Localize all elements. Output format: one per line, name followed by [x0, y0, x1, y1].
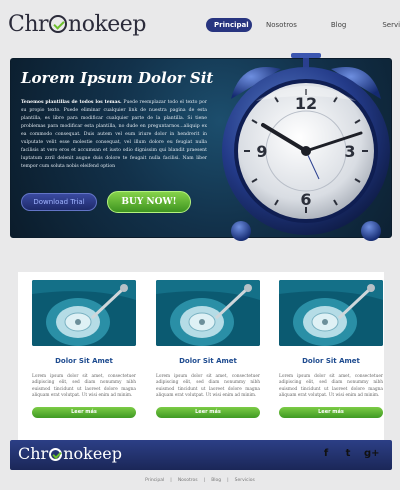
card-title: Dolor Sit Amet — [55, 357, 113, 365]
read-more-button[interactable]: Leer más — [32, 407, 136, 419]
nav-blog[interactable]: Blog — [323, 18, 354, 32]
hero-title: Lorem Ipsum Dolor Sit — [21, 69, 214, 87]
nav-nosotros[interactable]: Nosotros — [258, 18, 305, 32]
hero-description: Tenemos plantillas de todos los temas. P… — [21, 99, 207, 171]
footer-link-servicios[interactable]: Servicios — [235, 478, 255, 483]
clock-check-icon — [49, 15, 68, 33]
card-title: Dolor Sit Amet — [179, 357, 237, 365]
footer-logo[interactable]: Chr nokeep — [18, 444, 122, 463]
read-more-button[interactable]: Leer más — [156, 407, 260, 419]
google-plus-icon[interactable]: g+ — [364, 448, 380, 460]
footer-separator: | — [227, 478, 229, 483]
footer-links: Principal | Nosotros | Blog | Servicios — [0, 478, 400, 483]
footer-separator: | — [170, 478, 172, 483]
card-text: Lorem ipsum dolor sit amet, consectetuer… — [279, 374, 383, 398]
clock-numeral-3: 3 — [344, 142, 355, 161]
buy-now-button[interactable]: BUY NOW! — [107, 191, 191, 213]
hero-body: Puede reemplazar todo el texto por su pr… — [21, 100, 207, 169]
clock-numeral-9: 9 — [256, 142, 267, 161]
footer-link-blog[interactable]: Blog — [211, 478, 221, 483]
logo-text-end: nokeep — [68, 12, 146, 37]
alarm-clock-illustration: 12 3 6 9 — [222, 53, 390, 241]
hard-drive-image — [32, 280, 136, 346]
main-nav: Principal Nosotros Blog Servicios — [206, 18, 400, 32]
hero-banner: Lorem Ipsum Dolor Sit Tenemos plantillas… — [10, 53, 392, 241]
clock-check-icon — [49, 448, 63, 461]
nav-servicios[interactable]: Servicios — [374, 18, 400, 32]
read-more-button[interactable]: Leer más — [279, 407, 383, 419]
footer-link-principal[interactable]: Principal — [145, 478, 164, 483]
footer-link-nosotros[interactable]: Nosotros — [178, 478, 198, 483]
feature-card: Dolor Sit Amet Lorem ipsum dolor sit ame… — [32, 280, 136, 419]
footer-band: Chr nokeep f t g+ — [10, 440, 392, 470]
download-trial-button[interactable]: Download Trial — [21, 193, 97, 211]
facebook-icon[interactable]: f — [320, 448, 332, 460]
card-text: Lorem ipsum dolor sit amet, consectetuer… — [32, 374, 136, 398]
hard-drive-image — [156, 280, 260, 346]
hard-drive-image — [279, 280, 383, 346]
footer-separator: | — [203, 478, 206, 483]
social-links: f t g+ — [320, 448, 380, 460]
card-title: Dolor Sit Amet — [302, 357, 360, 365]
clock-numeral-6: 6 — [300, 190, 311, 209]
card-text: Lorem ipsum dolor sit amet, consectetuer… — [156, 374, 260, 398]
feature-card: Dolor Sit Amet Lorem ipsum dolor sit ame… — [279, 280, 383, 419]
footer-logo-text-start: Chr — [18, 444, 49, 463]
footer-logo-text-end: nokeep — [63, 444, 123, 463]
nav-principal[interactable]: Principal — [206, 18, 252, 32]
logo-text-start: Chr — [8, 12, 49, 37]
hero-lead: Tenemos plantillas de todos los temas. — [21, 100, 122, 105]
clock-numeral-12: 12 — [295, 94, 317, 113]
site-logo[interactable]: Chr nokeep — [8, 12, 146, 37]
twitter-icon[interactable]: t — [342, 448, 354, 460]
feature-card: Dolor Sit Amet Lorem ipsum dolor sit ame… — [156, 280, 260, 419]
features-panel: Dolor Sit Amet Lorem ipsum dolor sit ame… — [18, 272, 384, 440]
